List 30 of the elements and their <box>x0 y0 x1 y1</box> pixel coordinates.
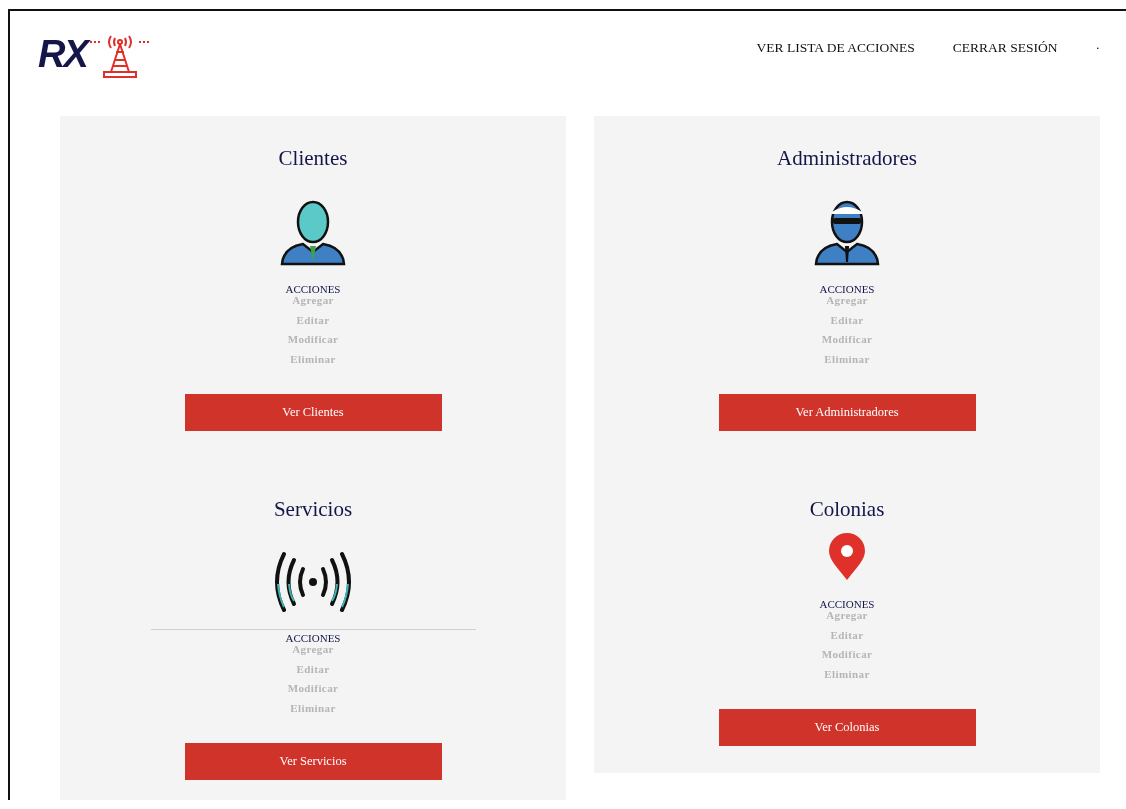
section-title: Servicios <box>273 497 353 521</box>
action-link[interactable]: Eliminar <box>290 349 336 369</box>
actions-heading: ACCIONES <box>819 598 875 610</box>
nav-link[interactable]: VER LISTA DE ACCIONES <box>756 40 915 56</box>
nav-link[interactable]: · <box>1095 40 1100 56</box>
section-title: Colonias <box>809 497 885 521</box>
action-link[interactable]: Modificar <box>287 679 339 699</box>
person-icon <box>279 200 347 266</box>
action-link[interactable]: Modificar <box>287 330 339 350</box>
map-pin-icon <box>828 533 866 581</box>
view-button[interactable]: Ver Servicios <box>184 743 442 780</box>
nav-link[interactable]: CERRAR SESIÓN <box>952 40 1058 56</box>
action-link[interactable]: Modificar <box>821 645 873 665</box>
actions-heading: ACCIONES <box>285 283 341 295</box>
action-link[interactable]: Editar <box>296 310 330 330</box>
action-link[interactable]: Modificar <box>821 330 873 350</box>
action-link[interactable]: Eliminar <box>290 698 336 718</box>
view-button[interactable]: Ver Clientes <box>184 394 442 431</box>
view-button[interactable]: Ver Colonias <box>718 709 976 746</box>
person-sunglasses-icon <box>813 200 881 266</box>
view-button[interactable]: Ver Administradores <box>718 394 976 431</box>
action-link[interactable]: Eliminar <box>824 664 870 684</box>
action-link[interactable]: Editar <box>830 310 864 330</box>
section-title: Administradores <box>777 146 917 170</box>
section-title: Clientes <box>278 146 348 170</box>
actions-heading: ACCIONES <box>819 283 875 295</box>
action-link[interactable]: Editar <box>296 659 330 679</box>
actions-heading: ACCIONES <box>285 632 341 644</box>
action-link[interactable]: Eliminar <box>824 349 870 369</box>
action-link[interactable]: Editar <box>830 625 864 645</box>
